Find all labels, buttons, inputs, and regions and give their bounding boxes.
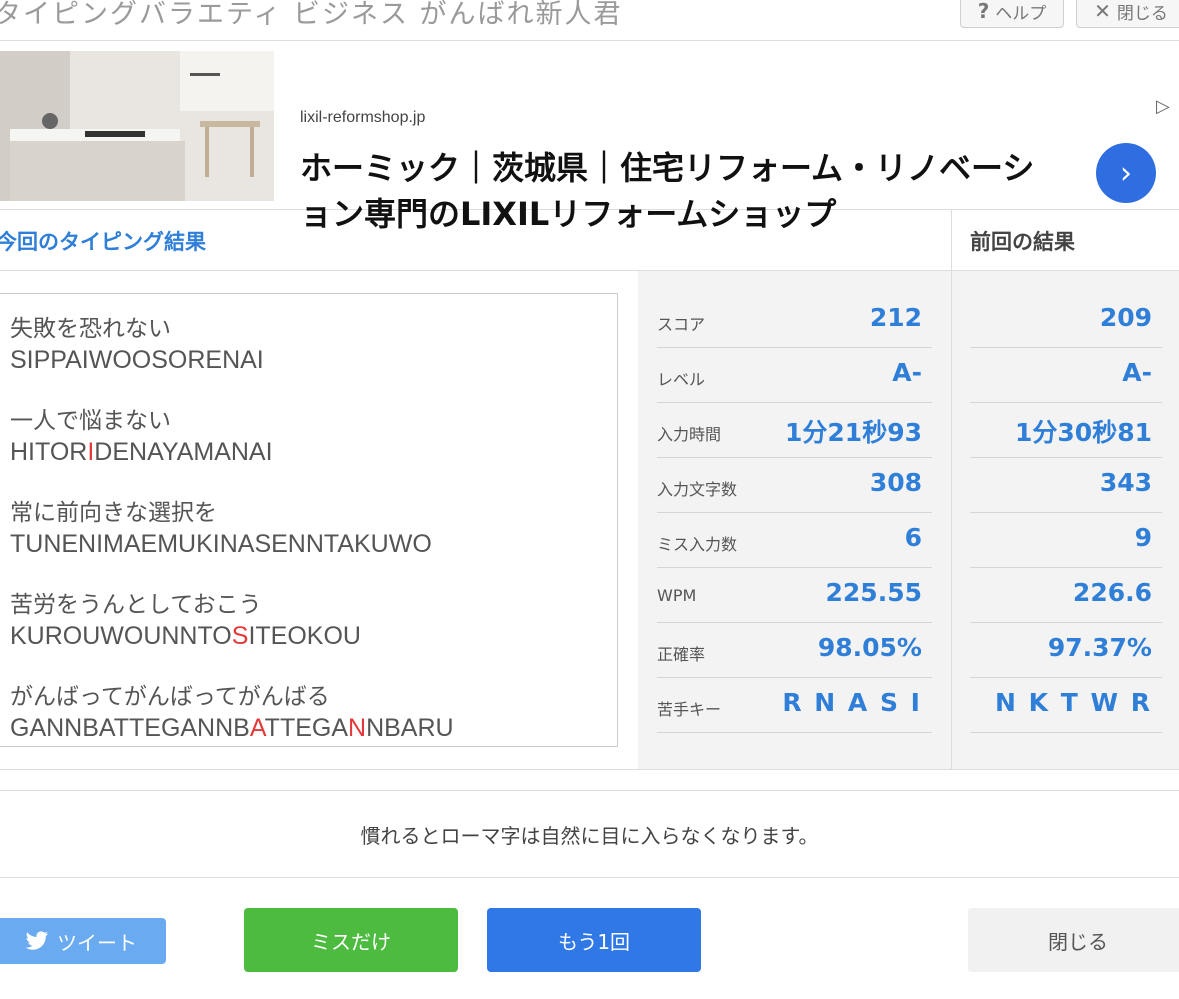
results-divider (0, 769, 1179, 770)
app-title: タイピングバラエティ ビジネス がんばれ新人君 (0, 0, 623, 30)
missed-char: N (348, 714, 367, 742)
romaji-segment: TUNENIMAEMUKINASENNTAKUWO (10, 530, 432, 558)
stat-row: WPM 225.55 (657, 568, 932, 623)
word-romaji: SIPPAIWOOSORENAI (10, 344, 264, 376)
stat-label: 入力文字数 (657, 480, 738, 499)
romaji-segment: SIPPAIWOOSORENAI (10, 346, 264, 374)
close-top-label: 閉じる (1116, 3, 1168, 24)
previous-stat-row: N K T W R (970, 678, 1162, 733)
ad-choices-icon[interactable]: ▷ (1156, 96, 1170, 117)
word-romaji: KUROUWOUNNTOSITEOKOU (10, 620, 361, 652)
word-item: がんばってがんばってがんばる GANNBATTEGANNBATTEGANNBARU (10, 682, 454, 744)
stat-label: レベル (657, 370, 706, 389)
stat-label: ミス入力数 (657, 535, 738, 554)
stat-previous-value: 226.6 (1072, 578, 1152, 607)
results-header: 今回のタイピング結果 前回の結果 (0, 210, 1179, 271)
tweet-button[interactable]: ツイート (0, 918, 166, 964)
stat-current-value: R N A S I (782, 688, 922, 717)
app-header: タイピングバラエティ ビジネス がんばれ新人君 ? ヘルプ ✕ 閉じる (0, 0, 1179, 41)
retry-button[interactable]: もう1回 (487, 908, 701, 972)
previous-stat-row: 97.37% (970, 623, 1162, 678)
chevron-right-icon: › (1120, 155, 1132, 191)
ad-arrow-button[interactable]: › (1096, 143, 1156, 203)
word-japanese: 苦労をうんとしておこう (10, 592, 262, 618)
stat-previous-value: 9 (1134, 523, 1152, 552)
stat-previous-value: N K T W R (995, 688, 1152, 717)
stat-label: WPM (657, 586, 697, 605)
stat-current-value: 308 (869, 468, 922, 497)
stat-previous-value: 343 (1099, 468, 1152, 497)
word-item: 一人で悩まない HITORIDENAYAMANAI (10, 406, 273, 468)
stat-current-value: 225.55 (825, 578, 922, 607)
stat-previous-value: A- (1122, 358, 1152, 387)
results-title: 今回のタイピング結果 (0, 230, 206, 254)
word-item: 失敗を恐れない SIPPAIWOOSORENAI (10, 314, 264, 376)
ad-kitchen-image[interactable] (0, 51, 274, 201)
previous-stat-row: 209 (970, 293, 1162, 348)
stat-row: 入力文字数 308 (657, 458, 932, 513)
typed-words-list[interactable]: 失敗を恐れない SIPPAIWOOSORENAI 一人で悩まない HITORIDENA… (0, 293, 618, 747)
stat-row: レベル A- (657, 348, 932, 403)
romaji-segment: TTEGA (264, 714, 349, 742)
previous-results-title: 前回の結果 (970, 230, 1075, 254)
previous-stat-row: 343 (970, 458, 1162, 513)
stat-label: 入力時間 (657, 425, 722, 444)
word-japanese: 常に前向きな選択を (10, 500, 217, 526)
close-icon: ✕ (1094, 0, 1111, 23)
column-divider (951, 210, 952, 769)
stat-row: 入力時間 1分21秒93 (657, 403, 932, 458)
hint-text: 慣れるとローマ字は自然に目に入らなくなります。 (0, 790, 1179, 878)
word-japanese: 一人で悩まない (10, 408, 171, 434)
missed-char: A (249, 714, 265, 742)
stat-current-value: 1分21秒93 (785, 418, 922, 447)
help-button[interactable]: ? ヘルプ (960, 0, 1064, 28)
missed-char: S (231, 622, 249, 650)
previous-stat-row: 9 (970, 513, 1162, 568)
tweet-label: ツイート (57, 930, 137, 955)
close-top-button[interactable]: ✕ 閉じる (1076, 0, 1179, 28)
stat-row: スコア 212 (657, 293, 932, 348)
stat-current-value: 98.05% (817, 633, 922, 662)
stat-current-value: A- (892, 358, 922, 387)
word-romaji: HITORIDENAYAMANAI (10, 436, 273, 468)
help-label: ヘルプ (995, 3, 1047, 24)
word-item: 常に前向きな選択を TUNENIMAEMUKINASENNTAKUWO (10, 498, 432, 560)
stat-current-value: 6 (904, 523, 922, 552)
stat-previous-value: 1分30秒81 (1015, 418, 1152, 447)
stat-current-value: 212 (869, 303, 922, 332)
word-japanese: 失敗を恐れない (10, 316, 171, 342)
stat-row: 正確率 98.05% (657, 623, 932, 678)
word-romaji: TUNENIMAEMUKINASENNTAKUWO (10, 528, 432, 560)
romaji-segment: NBARU (366, 714, 454, 742)
romaji-segment: DENAYAMANAI (94, 438, 273, 466)
stat-label: 正確率 (657, 645, 706, 664)
word-romaji: GANNBATTEGANNBATTEGANNBARU (10, 712, 454, 744)
ad-banner[interactable]: lixil-reformshop.jp ホーミック｜茨城県｜住宅リフォーム・リノ… (0, 41, 1179, 233)
question-icon: ? (977, 0, 990, 23)
ad-domain[interactable]: lixil-reformshop.jp (300, 109, 425, 127)
romaji-segment: KUROUWOUNNTO (10, 622, 232, 650)
word-item: 苦労をうんとしておこう KUROUWOUNNTOSITEOKOU (10, 590, 361, 652)
romaji-segment: HITOR (10, 438, 88, 466)
previous-stat-row: 1分30秒81 (970, 403, 1162, 458)
word-japanese: がんばってがんばってがんばる (10, 684, 330, 710)
stat-label: 苦手キー (657, 700, 722, 719)
twitter-icon (25, 931, 48, 950)
romaji-segment: GANNBATTEGANNB (10, 714, 250, 742)
stat-row: 苦手キー R N A S I (657, 678, 932, 733)
close-button[interactable]: 閉じる (968, 908, 1179, 972)
stat-label: スコア (657, 315, 706, 334)
previous-stat-row: A- (970, 348, 1162, 403)
miss-only-button[interactable]: ミスだけ (244, 908, 458, 972)
romaji-segment: ITEOKOU (248, 622, 361, 650)
stat-previous-value: 97.37% (1047, 633, 1152, 662)
stat-row: ミス入力数 6 (657, 513, 932, 568)
stat-previous-value: 209 (1099, 303, 1152, 332)
previous-stat-row: 226.6 (970, 568, 1162, 623)
